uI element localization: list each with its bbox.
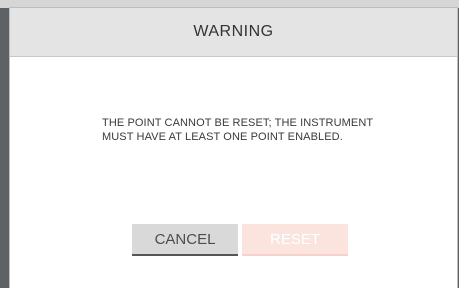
- dialog-title: WARNING: [193, 23, 274, 40]
- dialog-message-line: MUST HAVE AT LEAST ONE POINT ENABLED.: [102, 131, 343, 143]
- warning-dialog: WARNING THE POINT CANNOT BE RESET; THE I…: [10, 8, 457, 288]
- cancel-button-label: CANCEL: [154, 230, 216, 248]
- cancel-button[interactable]: CANCEL: [132, 224, 238, 256]
- reset-button[interactable]: RESET: [242, 224, 348, 256]
- background-window-edge: [0, 0, 459, 8]
- dialog-message-line: THE POINT CANNOT BE RESET; THE INSTRUMEN…: [102, 117, 374, 129]
- reset-button-label: RESET: [269, 230, 320, 248]
- dialog-header: WARNING: [10, 8, 457, 57]
- dialog-message: THE POINT CANNOT BE RESET; THE INSTRUMEN…: [102, 116, 402, 144]
